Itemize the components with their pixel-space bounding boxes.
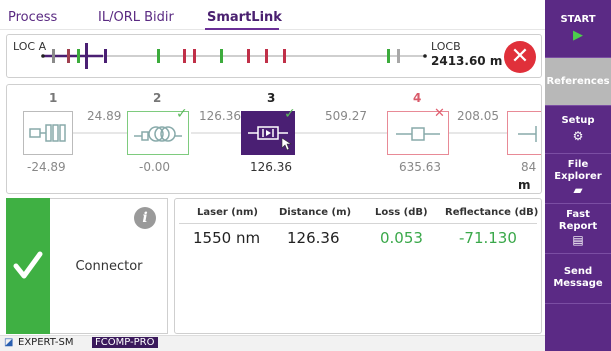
- distance-header: Distance (m): [279, 207, 352, 218]
- send-message-label: Send: [563, 266, 593, 277]
- fcomp-mode-label: FCOMP-PRO: [92, 337, 158, 348]
- fail-cross-icon: ✕: [434, 106, 445, 121]
- event-number: 3: [267, 91, 276, 105]
- event-marker: [387, 49, 390, 63]
- segment-length: 126.36: [199, 109, 241, 123]
- event-type-panel: i Connector: [50, 198, 168, 334]
- event-number: 1: [49, 91, 58, 105]
- tab-smartlink[interactable]: SmartLink: [207, 10, 282, 25]
- event-marker: [67, 49, 70, 63]
- event-marker: [77, 49, 80, 63]
- file-explorer-label-2: Explorer: [554, 171, 602, 182]
- event-marker: [157, 49, 160, 63]
- event-1-button[interactable]: [23, 111, 73, 155]
- event-strip: 1 24.89 -24.89 2 ✓ 126.36 -0.00 3 ✓ 509.…: [6, 84, 542, 194]
- event-3-button-selected[interactable]: ✓: [241, 106, 296, 155]
- header-divider: [179, 223, 537, 224]
- distance-unit: m: [518, 178, 531, 192]
- play-icon: ▶: [573, 28, 583, 43]
- fast-report-label-2: Report: [558, 221, 598, 232]
- event-type-label: Connector: [75, 259, 143, 274]
- info-icon[interactable]: i: [134, 207, 156, 229]
- tab-il-orl-bidir[interactable]: IL/ORL Bidir: [98, 10, 174, 25]
- link-length: 2413.60 m: [431, 54, 503, 68]
- event-marker: [283, 49, 286, 63]
- event-marker: [397, 49, 400, 63]
- start-label: START: [560, 14, 596, 25]
- event-marker: [193, 49, 196, 63]
- loss-header: Loss (dB): [375, 207, 428, 218]
- references-label: References: [546, 76, 610, 87]
- segment-length: 24.89: [87, 109, 122, 123]
- event-number: 2: [153, 91, 162, 105]
- event-position: -0.00: [139, 160, 171, 174]
- event-marker: [220, 49, 223, 63]
- event-marker: [183, 49, 186, 63]
- file-explorer-button[interactable]: File Explorer ▰: [545, 154, 611, 204]
- references-button[interactable]: References: [545, 58, 611, 106]
- event-status-indicator: [6, 198, 50, 334]
- selected-event-marker: [85, 43, 88, 69]
- report-icon: ▤: [572, 233, 584, 247]
- tab-process[interactable]: Process: [8, 10, 57, 25]
- laser-value: 1550 nm: [193, 229, 261, 247]
- event-marker: [265, 49, 268, 63]
- event-marker: [247, 49, 250, 63]
- fast-report-label: Fast: [566, 209, 590, 220]
- send-message-label-2: Message: [553, 278, 603, 289]
- setup-button[interactable]: Setup ⚙: [545, 106, 611, 154]
- link-overview: LOC A LOCB 2413.60 m ✕: [6, 34, 542, 78]
- loc-b-marker: [423, 54, 427, 58]
- connector-pair-icon: [29, 124, 66, 142]
- send-message-button[interactable]: Send Message: [545, 254, 611, 304]
- loc-b-label: LOCB: [431, 40, 461, 53]
- expert-mode-label: EXPERT-SM: [18, 337, 74, 348]
- event-position: 635.63: [399, 160, 441, 174]
- link-diagram: [41, 43, 427, 69]
- event-number: 4: [413, 91, 422, 105]
- event-position: -24.89: [27, 160, 66, 174]
- measurement-table: Laser (nm) Distance (m) Loss (dB) Reflec…: [174, 198, 542, 334]
- right-sidebar: START ▶ References Setup ⚙ File Explorer…: [545, 0, 611, 351]
- pass-check-icon: ✓: [284, 106, 296, 122]
- fast-report-button[interactable]: Fast Report ▤: [545, 204, 611, 254]
- file-explorer-label: File: [567, 159, 589, 170]
- segment-length: 509.27: [325, 109, 367, 123]
- gear-icon: ⚙: [572, 129, 584, 143]
- active-tab-indicator: [205, 28, 279, 30]
- fiber-icon: ◪: [4, 337, 14, 348]
- end-icon: [518, 126, 537, 142]
- start-button[interactable]: START ▶: [545, 0, 611, 58]
- tab-bar: Process IL/ORL Bidir SmartLink: [0, 0, 545, 30]
- loss-value: 0.053: [380, 229, 423, 247]
- event-position: 84: [521, 160, 537, 174]
- loc-a-marker: [41, 54, 45, 58]
- event-4-button[interactable]: ✕: [387, 106, 449, 155]
- event-marker: [104, 49, 107, 63]
- event-2-button[interactable]: ✓: [127, 106, 189, 155]
- event-5-button[interactable]: [507, 111, 541, 155]
- event-marker: [52, 49, 55, 63]
- laser-header: Laser (nm): [197, 207, 258, 218]
- segment-length: 208.05: [457, 109, 499, 123]
- reflectance-header: Reflectance (dB): [445, 207, 539, 218]
- reflectance-value: -71.130: [459, 229, 517, 247]
- pass-check-icon: [13, 251, 43, 279]
- distance-value: 126.36: [287, 229, 340, 247]
- folder-icon: ▰: [573, 183, 583, 197]
- status-bar: ◪ EXPERT-SM FCOMP-PRO: [0, 335, 545, 351]
- link-fail-icon[interactable]: ✕: [504, 41, 536, 73]
- pass-check-icon: ✓: [176, 106, 188, 122]
- event-position: 126.36: [250, 160, 292, 174]
- setup-label: Setup: [561, 115, 595, 126]
